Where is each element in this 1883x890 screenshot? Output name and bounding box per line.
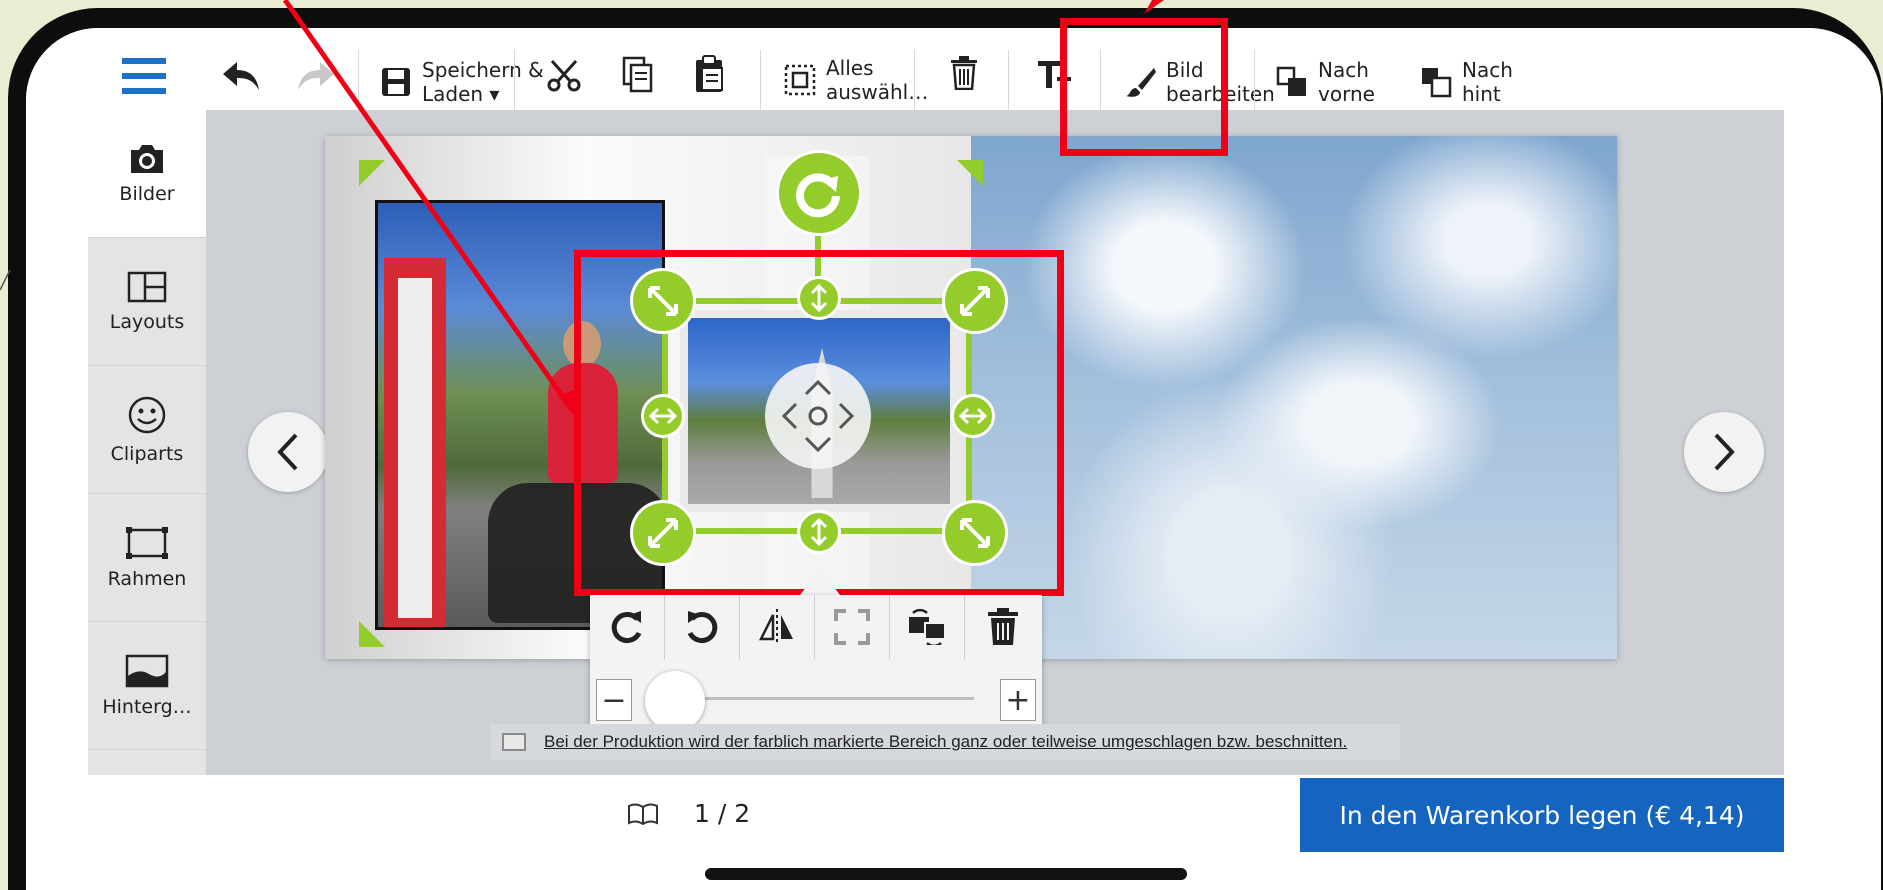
select-all-icon xyxy=(784,64,816,96)
left-sidebar: Bilder Layouts Cliparts Rahmen Hinterg… xyxy=(88,110,206,775)
redo-icon xyxy=(298,62,334,90)
image-context-toolbar: − + xyxy=(590,595,1042,741)
bleed-corner-marker xyxy=(359,160,385,186)
rotate-icon xyxy=(796,173,840,218)
bring-forward-icon xyxy=(1276,66,1306,96)
popup-pointer xyxy=(800,569,840,595)
minus-icon: − xyxy=(601,682,627,718)
rotate-counterclockwise-button[interactable] xyxy=(665,595,740,659)
highlight-box-selected-image xyxy=(574,250,1064,596)
bleed-notice-checkbox[interactable] xyxy=(502,733,526,751)
sidebar-item-cliparts[interactable]: Cliparts xyxy=(88,366,206,494)
sidebar-item-hintergrund[interactable]: Hinterg… xyxy=(88,622,206,750)
select-all-button[interactable]: Alles auswähl… xyxy=(784,56,928,104)
save-load-label: Speichern & Laden ▾ xyxy=(422,58,544,106)
redo-button[interactable] xyxy=(296,60,336,92)
sidebar-item-label: Bilder xyxy=(119,182,175,205)
rotate-ccw-icon xyxy=(687,611,718,644)
send-backward-label: Nach hint xyxy=(1462,58,1513,106)
next-page-button[interactable] xyxy=(1684,412,1764,492)
save-icon xyxy=(382,68,410,96)
flip-horizontal-button[interactable] xyxy=(740,595,815,659)
paste-button[interactable] xyxy=(694,54,726,94)
chevron-left-icon xyxy=(277,433,298,471)
cut-button[interactable] xyxy=(546,58,582,94)
bleed-corner-marker xyxy=(957,160,983,186)
delete-button[interactable] xyxy=(950,56,978,90)
delete-image-button[interactable] xyxy=(965,595,1040,659)
bring-forward-label: Nach vorne xyxy=(1318,58,1375,106)
zoom-slider-handle[interactable] xyxy=(645,671,705,731)
highlight-box-delete-button xyxy=(1060,18,1228,156)
page-indicator[interactable]: 1 / 2 xyxy=(628,799,750,828)
add-to-cart-button[interactable]: In den Warenkorb legen (€ 4,14) xyxy=(1300,778,1784,852)
copy-button[interactable] xyxy=(622,56,654,94)
menu-button[interactable] xyxy=(122,56,166,96)
chevron-right-icon xyxy=(1714,433,1735,471)
trash-icon xyxy=(951,56,977,90)
bleed-notice-text[interactable]: Bei der Produktion wird der farblich mar… xyxy=(544,732,1347,752)
sidebar-item-bilder[interactable]: Bilder xyxy=(88,110,206,238)
sidebar-item-label: Rahmen xyxy=(107,567,187,590)
clipboard-icon xyxy=(696,55,723,92)
page-number: 1 / 2 xyxy=(694,799,751,828)
zoom-out-button[interactable]: − xyxy=(596,679,632,721)
sidebar-item-label: Cliparts xyxy=(110,442,184,465)
rotate-handle[interactable] xyxy=(776,150,862,236)
rotate-cw-icon xyxy=(611,611,642,644)
sidebar-item-label: Layouts xyxy=(109,310,185,333)
right-page-sky-background[interactable] xyxy=(971,136,1617,659)
copy-icon xyxy=(622,56,653,93)
bleed-notice: Bei der Produktion wird der farblich mar… xyxy=(490,724,1400,760)
sidebar-item-label: Hinterg… xyxy=(102,695,192,718)
rotate-clockwise-button[interactable] xyxy=(590,595,665,659)
home-indicator xyxy=(705,868,1187,880)
zoom-in-button[interactable]: + xyxy=(1000,679,1036,721)
fit-frame-icon xyxy=(834,609,870,645)
smiley-icon xyxy=(128,396,166,433)
undo-icon xyxy=(223,62,259,90)
undo-button[interactable] xyxy=(221,60,261,92)
frame-icon xyxy=(126,526,168,559)
select-all-label: Alles auswähl… xyxy=(826,56,929,104)
trash-icon xyxy=(987,608,1018,645)
hamburger-icon xyxy=(122,58,166,94)
flip-icon xyxy=(758,609,793,645)
bring-forward-button[interactable]: Nach vorne xyxy=(1276,58,1375,106)
send-backward-icon xyxy=(1422,68,1452,98)
camera-icon xyxy=(131,144,163,173)
previous-page-button[interactable] xyxy=(248,412,328,492)
plus-icon: + xyxy=(1005,682,1031,718)
layout-icon xyxy=(127,271,167,302)
background-icon xyxy=(125,654,169,687)
sidebar-item-layouts[interactable]: Layouts xyxy=(88,238,206,366)
scissors-icon xyxy=(547,59,581,92)
sidebar-item-rahmen[interactable]: Rahmen xyxy=(88,494,206,622)
swap-image-icon xyxy=(909,609,946,645)
save-load-button[interactable]: Speichern & Laden ▾ xyxy=(380,58,544,106)
send-backward-button[interactable]: Nach hint xyxy=(1420,58,1513,106)
swap-image-button[interactable] xyxy=(890,595,965,659)
photo-pole xyxy=(384,258,446,627)
fit-frame-button[interactable] xyxy=(815,595,890,659)
add-to-cart-label: In den Warenkorb legen (€ 4,14) xyxy=(1339,800,1745,830)
book-icon xyxy=(628,803,658,825)
